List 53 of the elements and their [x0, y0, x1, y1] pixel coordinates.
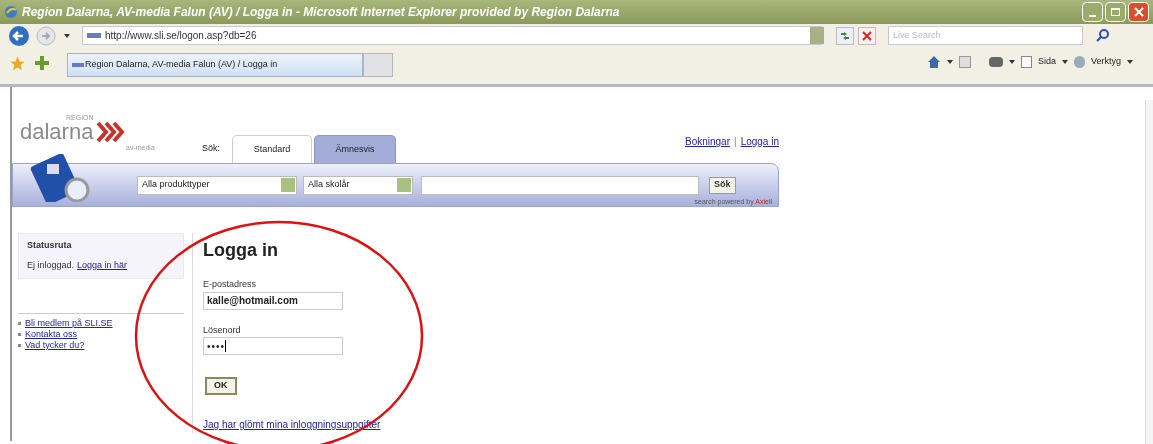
field-label: E-postadress: [203, 278, 258, 291]
login-heading: Logga in: [203, 239, 279, 262]
password-field[interactable]: ••••: [203, 337, 343, 355]
side-link[interactable]: Kontakta oss: [25, 329, 78, 340]
field-label: Lösenord: [203, 323, 242, 337]
login-here-link[interactable]: Logga in här: [77, 258, 128, 272]
email-field[interactable]: kalle@hotmail.com: [203, 291, 343, 310]
browser-tab[interactable]: Region Dalarna, AV-media Falun (AV) / Logga in: [67, 53, 363, 77]
side-link[interactable]: Vad tycker du?: [25, 340, 85, 351]
printer-icon[interactable]: [988, 57, 1003, 67]
dropdown-icon[interactable]: [946, 60, 953, 64]
home-icon[interactable]: [926, 55, 941, 69]
dropdown-icon[interactable]: [1127, 60, 1133, 64]
star-icon[interactable]: [10, 56, 25, 71]
back-icon[interactable]: [8, 24, 32, 47]
browser-icon: [4, 5, 18, 19]
search-label: Sök:: [202, 141, 220, 155]
refresh-icon[interactable]: [836, 26, 854, 45]
address-field[interactable]: http://www.sli.se/logon.asp?db=26: [82, 26, 822, 45]
ok-button[interactable]: OK: [205, 377, 237, 395]
search-button[interactable]: Sök: [709, 176, 736, 194]
bullet-icon: [18, 322, 21, 325]
stop-icon[interactable]: [858, 26, 876, 45]
search-input[interactable]: [421, 175, 699, 195]
side-link[interactable]: Bli medlem på SLI.SE: [25, 318, 113, 329]
maximize-button[interactable]: [1105, 2, 1126, 22]
toolbar-menu-button[interactable]: Sida: [1037, 55, 1056, 69]
search-tab[interactable]: Standard: [232, 135, 312, 163]
tools-menu-icon: [1074, 56, 1085, 68]
scrollbar[interactable]: [1145, 100, 1153, 444]
status-title: Statusruta: [27, 239, 73, 252]
dropdown-field[interactable]: Alla skolår: [303, 175, 413, 195]
close-icon: [1133, 7, 1144, 17]
login-link[interactable]: Logga in: [740, 134, 779, 149]
dropdown-field[interactable]: Alla produkttyper: [137, 175, 297, 195]
bullet-icon: [18, 344, 21, 347]
dropdown-icon[interactable]: [1008, 60, 1015, 64]
window-title: Region Dalarna, AV-media Falun (AV) / Logga in - Microsoft Internet Explorer provided by Region Dalarna: [22, 4, 620, 21]
forward-icon[interactable]: [36, 25, 56, 46]
close-button[interactable]: [1128, 2, 1149, 22]
toolbar-menu-button[interactable]: Verktyg: [1091, 55, 1121, 69]
link-separator: |: [734, 135, 737, 149]
minimize-button[interactable]: [1082, 2, 1103, 22]
bookings-link[interactable]: Bokningar: [685, 134, 730, 149]
status-text: Ej inloggad.: [27, 258, 75, 272]
plus-star-icon[interactable]: [35, 56, 49, 70]
bullet-icon: [18, 333, 21, 336]
search-tab[interactable]: Ämnesvis: [314, 135, 396, 163]
dropdown-icon[interactable]: [64, 33, 70, 38]
dropdown-icon[interactable]: [1062, 60, 1068, 64]
search-icon[interactable]: [1095, 27, 1111, 44]
page-menu-icon: [1020, 56, 1032, 68]
feeds-icon[interactable]: [958, 56, 971, 68]
